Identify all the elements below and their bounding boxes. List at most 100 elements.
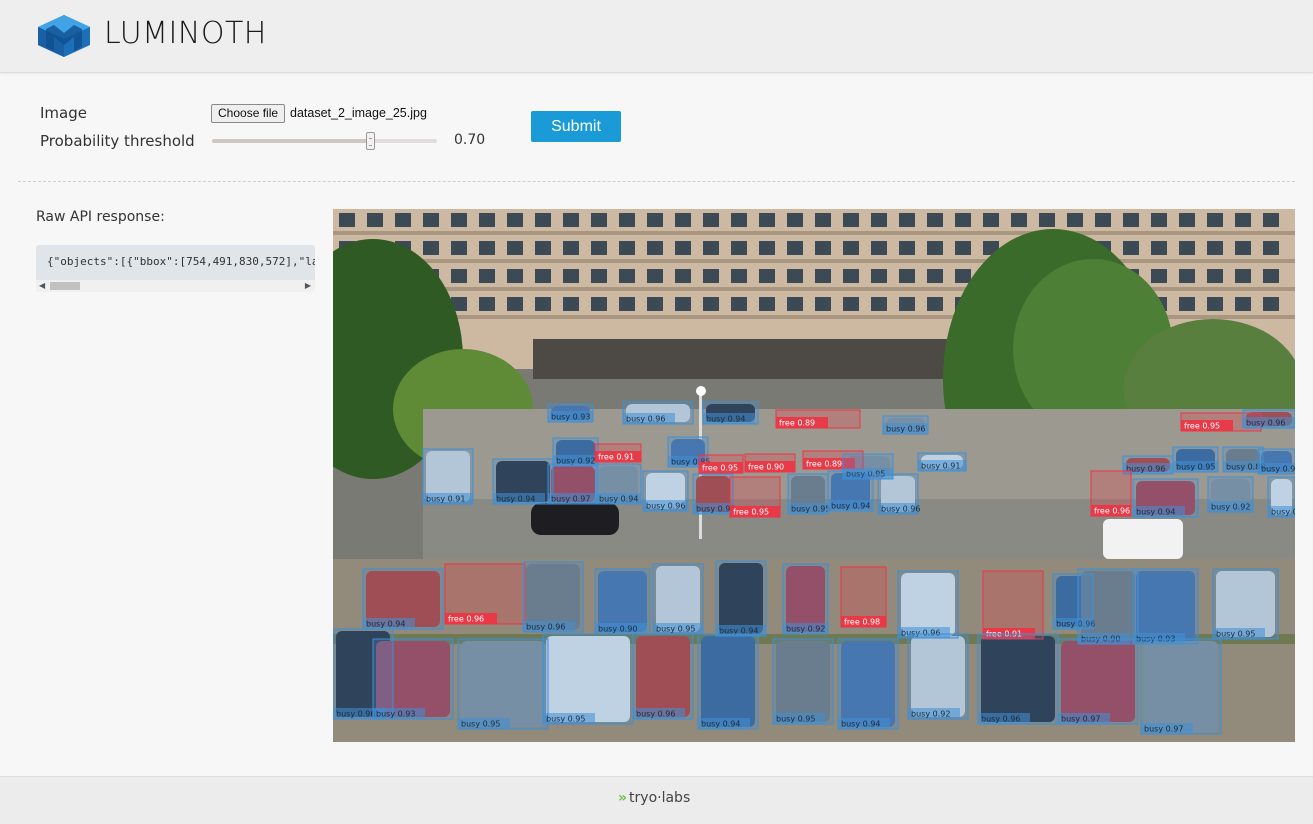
detection-label: busy 0.95 [791, 505, 830, 514]
building-window [1123, 241, 1139, 255]
free-spot-detection: free 0.98 [840, 566, 887, 628]
building-window [395, 213, 411, 227]
detection-label: busy 0.95 [656, 625, 695, 634]
selected-file-name: dataset_2_image_25.jpg [290, 106, 427, 120]
tryolabs-brand[interactable]: » tryo·labs [618, 790, 690, 806]
detection-label: free 0.89 [779, 419, 815, 428]
busy-spot-detection: busy 0.93 [372, 638, 454, 720]
detection-label: busy 0.96 [646, 502, 685, 511]
detection-label: free 0.96 [1094, 507, 1130, 516]
detection-label: busy 0.94 [701, 720, 740, 729]
raw-api-response-box[interactable]: {"objects":[{"bbox":[754,491,830,572],"l… [36, 245, 315, 292]
detection-label: busy 0.96 [886, 425, 925, 434]
detection-label: free 0.91 [598, 453, 634, 462]
building-window [563, 297, 579, 311]
choose-file-button[interactable]: Choose file [211, 104, 286, 123]
building-window [423, 213, 439, 227]
detection-box [632, 633, 694, 720]
busy-spot-detection: busy 0.94 [715, 560, 767, 637]
busy-spot-detection: busy 0.93 [547, 403, 594, 423]
busy-spot-detection: busy 0.97 [547, 463, 599, 505]
detection-label: busy 0.90 [598, 625, 637, 634]
busy-spot-detection: busy 0.92 [782, 563, 829, 635]
threshold-slider-fill [212, 139, 370, 143]
busy-spot-detection: busy 0.96 [1257, 448, 1295, 475]
detection-label: busy 0.94 [841, 720, 880, 729]
building-window [787, 241, 803, 255]
free-spot-detection: free 0.91 [594, 443, 642, 463]
free-spot-detection: free 0.95 [729, 476, 781, 518]
detection-label: busy 0.95 [1271, 508, 1295, 517]
building-window [563, 269, 579, 283]
busy-spot-detection: busy 0.95 [1212, 568, 1279, 640]
header: LUMINOTH [0, 0, 1313, 73]
raw-api-scrollbar[interactable]: ◀ ▶ [36, 280, 315, 292]
building-window [591, 241, 607, 255]
building-window [703, 269, 719, 283]
raw-api-response-text: {"objects":[{"bbox":[754,491,830,572],"l… [47, 255, 315, 268]
building-window [1067, 213, 1083, 227]
building-window [1263, 241, 1279, 255]
building-window [367, 213, 383, 227]
detection-label: busy 0.96 [881, 505, 920, 514]
building-window [1207, 297, 1223, 311]
detection-label: busy 0.93 [376, 710, 415, 719]
building-window [843, 269, 859, 283]
detection-label: busy 0.96 [1126, 465, 1165, 474]
busy-spot-detection: busy 0.94 [697, 633, 759, 730]
building-window [983, 213, 999, 227]
busy-spot-detection: busy 0.96 [692, 473, 735, 515]
building-window [927, 297, 943, 311]
building-window [871, 297, 887, 311]
busy-spot-detection: busy 0.90 [1077, 568, 1139, 645]
detection-box [715, 560, 767, 637]
busy-spot-detection: busy 0.94 [362, 568, 444, 630]
building-window [1179, 269, 1195, 283]
threshold-slider-thumb[interactable] [366, 132, 375, 150]
building-window [647, 213, 663, 227]
building-window [563, 213, 579, 227]
threshold-slider[interactable] [212, 132, 437, 150]
busy-spot-detection: busy 0.95 [652, 563, 704, 635]
building-window [1179, 241, 1195, 255]
building-window [339, 213, 355, 227]
busy-spot-detection: busy 0.94 [1132, 478, 1199, 518]
building-window [1011, 213, 1027, 227]
detection-label: free 0.96 [448, 615, 484, 624]
scrollbar-thumb[interactable] [50, 282, 80, 290]
building-window [759, 297, 775, 311]
busy-spot-detection: busy 0.95 [457, 638, 549, 730]
submit-button[interactable]: Submit [531, 111, 621, 142]
building-window [1235, 297, 1251, 311]
busy-spot-detection: busy 0.96 [882, 415, 929, 435]
detection-label: busy 0.96 [981, 715, 1020, 724]
scroll-right-icon[interactable]: ▶ [305, 281, 311, 290]
building-window [591, 269, 607, 283]
building-window [619, 269, 635, 283]
busy-spot-detection: busy 0.95 [772, 638, 834, 725]
detection-label: free 0.90 [748, 463, 784, 472]
detection-label: busy 0.94 [366, 620, 405, 629]
scroll-left-icon[interactable]: ◀ [39, 281, 45, 290]
detection-label: busy 0.97 [551, 495, 590, 504]
busy-spot-detection: busy 0.96 [642, 470, 689, 512]
building-window [535, 213, 551, 227]
building-window [591, 213, 607, 227]
building-window [479, 269, 495, 283]
detection-label: busy 0.96 [336, 710, 375, 719]
busy-spot-detection: busy 0.92 [552, 437, 599, 467]
detection-label: busy 0.96 [626, 415, 665, 424]
building-window [731, 241, 747, 255]
busy-spot-detection: busy 0.93 [1132, 568, 1199, 645]
building-window [1179, 213, 1195, 227]
detection-box [772, 638, 834, 725]
building-window [955, 269, 971, 283]
free-spot-detection: free 0.91 [982, 570, 1044, 640]
building-window [479, 213, 495, 227]
detection-box [457, 638, 549, 730]
detection-label: busy 0.95 [461, 720, 500, 729]
building-window [843, 241, 859, 255]
parking-lot-scene: busy 0.93 busy 0.96 busy 0.94 free 0.89busy… [333, 209, 1295, 742]
building-window [451, 269, 467, 283]
building-window [787, 213, 803, 227]
